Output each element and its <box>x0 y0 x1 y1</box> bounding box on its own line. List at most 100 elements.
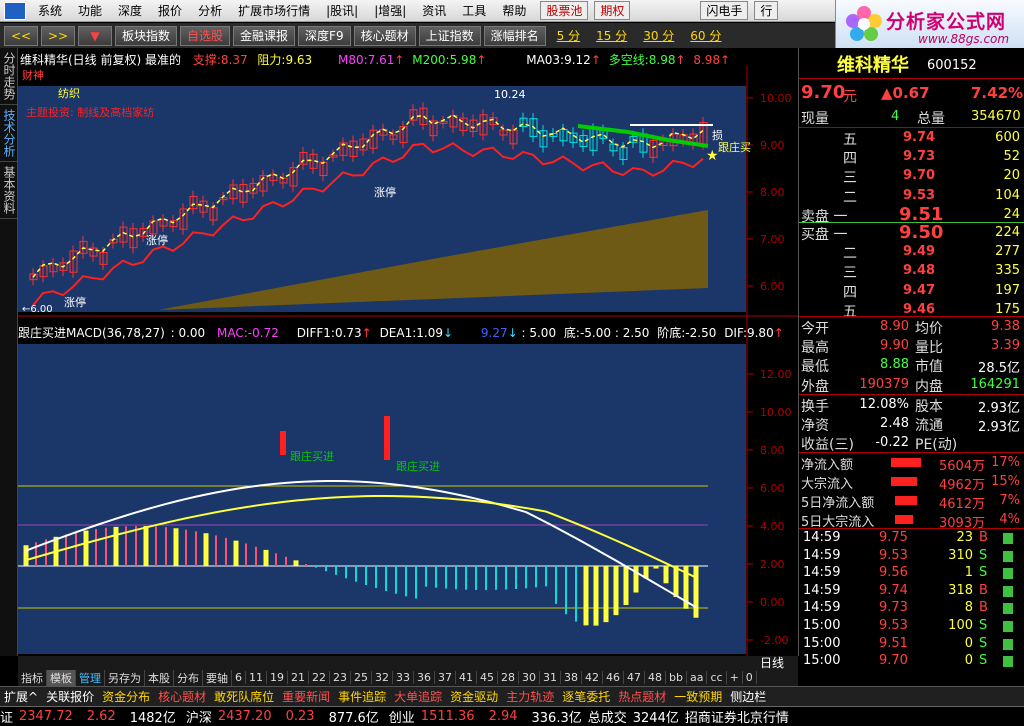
func-tab[interactable]: 敢死队席位 <box>210 688 278 705</box>
tick-marker <box>1003 533 1013 544</box>
indicator-tab[interactable]: 管理 <box>76 669 105 686</box>
tick-side: S <box>979 635 988 651</box>
indicator-tab[interactable]: 模板 <box>47 669 76 686</box>
menu-help[interactable]: 帮助 <box>494 2 534 19</box>
flash-trade-button[interactable]: 闪电手 <box>700 1 749 20</box>
nav-back-button[interactable]: << <box>4 25 38 46</box>
indicator-tab[interactable]: 分布 <box>174 669 203 686</box>
period-30min[interactable]: 30 分 <box>643 27 674 44</box>
menu-tools[interactable]: 工具 <box>454 2 494 19</box>
menu-info[interactable]: 资讯 <box>414 2 454 19</box>
indicator-tab[interactable]: 0 <box>743 671 757 684</box>
menu-quote[interactable]: 报价 <box>150 2 190 19</box>
menu-function[interactable]: 功能 <box>70 2 110 19</box>
stat-value: 2.93亿 <box>978 401 1020 416</box>
indicator-tab[interactable]: bb <box>666 671 687 684</box>
indicator-tab[interactable]: 48 <box>645 671 666 684</box>
menu-depth[interactable]: 深度 <box>110 2 150 19</box>
indicator-tab[interactable]: 33 <box>393 671 414 684</box>
indicator-tab[interactable]: 6 <box>232 671 246 684</box>
sh-index-button[interactable]: 上证指数 <box>418 25 481 46</box>
sell-price: 9.74 <box>903 130 936 145</box>
func-tab[interactable]: 侧边栏 <box>726 688 770 705</box>
func-tab[interactable]: 热点题材 <box>614 688 670 705</box>
menu-ext-market[interactable]: 扩展市场行情 <box>230 2 318 19</box>
period-5min[interactable]: 5 分 <box>557 27 580 44</box>
stat-label: 股本 <box>915 399 943 415</box>
menu-stock-news[interactable]: |股讯| <box>318 2 366 19</box>
chart-area[interactable]: 10.00 9.00 8.00 7.00 6.00 12.00 10.00 8.00 6.00 4… <box>18 48 798 656</box>
indicator-tab[interactable]: 47 <box>624 671 645 684</box>
indicator-tab[interactable]: cc <box>707 671 727 684</box>
period-60min[interactable]: 60 分 <box>690 27 721 44</box>
indicator-tab[interactable]: 25 <box>351 671 372 684</box>
menu-enhance[interactable]: |增强| <box>366 2 414 19</box>
core-topic-button[interactable]: 核心题材 <box>353 25 416 46</box>
indicator-tab[interactable]: + <box>727 671 743 684</box>
depth-f9-button[interactable]: 深度F9 <box>298 25 351 46</box>
indicator-tab[interactable]: 38 <box>561 671 582 684</box>
func-tab[interactable]: 主力轨迹 <box>502 688 558 705</box>
indicator-tab[interactable]: 41 <box>456 671 477 684</box>
dif-value: 9.80 <box>746 326 774 340</box>
period-15min[interactable]: 15 分 <box>596 27 627 44</box>
indicator-tab[interactable]: 19 <box>267 671 288 684</box>
buy-signal-1 <box>280 431 286 455</box>
indicator-tab[interactable]: 本股 <box>145 669 174 686</box>
tab-fundamentals[interactable]: 基本资料 <box>0 162 19 219</box>
func-tab[interactable]: 扩展^ <box>0 688 42 705</box>
func-tab[interactable]: 资金驱动 <box>446 688 502 705</box>
indicator-tab[interactable]: 21 <box>288 671 309 684</box>
stop-loss-label: 损 <box>712 128 723 142</box>
day-period-label[interactable]: 日线 <box>760 654 784 671</box>
low-mark-label: ←6.00 <box>22 304 53 315</box>
tick-volume: 0 <box>964 635 973 651</box>
indicator-tab[interactable]: 30 <box>519 671 540 684</box>
buy-volume: 277 <box>995 244 1020 260</box>
func-tab[interactable]: 资金分布 <box>98 688 154 705</box>
func-tab[interactable]: 大单追踪 <box>390 688 446 705</box>
tab-intraday[interactable]: 分时走势 <box>0 48 19 105</box>
kline-chart-canvas[interactable]: 10.00 9.00 8.00 7.00 6.00 12.00 10.00 8.00 6.00 4… <box>18 48 798 656</box>
indicator-tab[interactable]: 42 <box>582 671 603 684</box>
func-tab[interactable]: 一致预期 <box>670 688 726 705</box>
func-tab[interactable]: 事件追踪 <box>334 688 390 705</box>
indicator-tab[interactable]: 46 <box>603 671 624 684</box>
watchlist-button[interactable]: 自选股 <box>180 25 231 46</box>
indicator-tab[interactable]: 另存为 <box>105 669 145 686</box>
indicator-tab[interactable]: 要轴 <box>203 669 232 686</box>
indicator-tab[interactable]: 23 <box>330 671 351 684</box>
indicator-tab[interactable]: 32 <box>372 671 393 684</box>
indicator-tab[interactable]: 36 <box>414 671 435 684</box>
stat-value: 28.5亿 <box>978 361 1020 377</box>
func-tab[interactable]: 核心题材 <box>154 688 210 705</box>
macd-v3: : 2.50 <box>614 326 650 340</box>
indicator-tab[interactable]: 指标 <box>18 669 47 686</box>
high-label: 10.24 <box>494 88 526 101</box>
finance-report-button[interactable]: 金融课报 <box>233 25 296 46</box>
trade-button[interactable]: 行 <box>754 1 779 20</box>
indicator-tab[interactable]: 11 <box>246 671 267 684</box>
volume-total: 354670 <box>971 109 1021 124</box>
menu-analysis[interactable]: 分析 <box>190 2 230 19</box>
func-tab[interactable]: 逐笔委托 <box>558 688 614 705</box>
sector-index-button[interactable]: 板块指数 <box>115 25 178 46</box>
indicator-tab[interactable]: 31 <box>540 671 561 684</box>
indicator-tab[interactable]: 37 <box>435 671 456 684</box>
menu-system[interactable]: 系统 <box>30 2 70 19</box>
nav-forward-button[interactable]: >> <box>41 25 75 46</box>
func-tab[interactable]: 关联报价 <box>42 688 98 705</box>
buy-level-label: 五 <box>843 303 857 320</box>
indicator-tab[interactable]: 28 <box>498 671 519 684</box>
func-tab[interactable]: 重要新闻 <box>278 688 334 705</box>
flow-value: 4612万 <box>939 497 986 512</box>
nav-down-button[interactable]: ▼ <box>78 25 112 46</box>
indicator-tab[interactable]: 22 <box>309 671 330 684</box>
indicator-tab[interactable]: aa <box>687 671 708 684</box>
gain-rank-button[interactable]: 涨幅排名 <box>483 25 546 46</box>
tab-technical[interactable]: 技术分析 <box>0 105 19 162</box>
menu-options[interactable]: 期权 <box>594 1 631 20</box>
menu-stock-pool[interactable]: 股票池 <box>540 1 589 20</box>
indicator-tab[interactable]: 45 <box>477 671 498 684</box>
stock-chart-title: 维科精华(日线 前复权) 最准的 <box>20 53 181 67</box>
